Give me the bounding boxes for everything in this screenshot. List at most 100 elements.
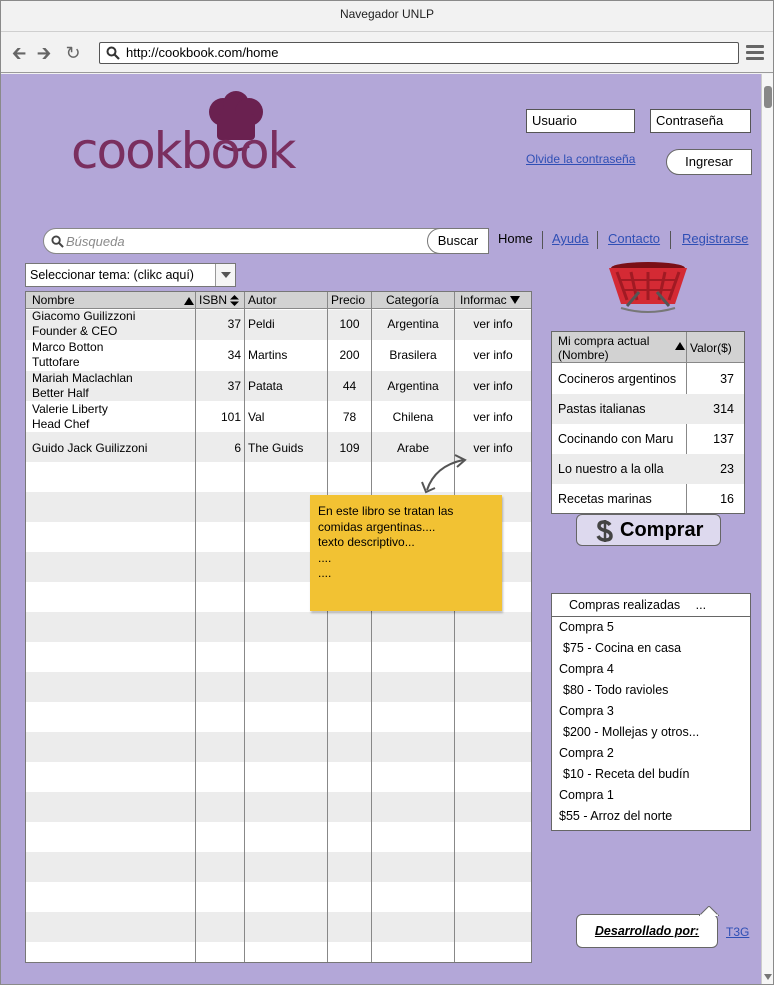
nav-home[interactable]: Home: [498, 231, 533, 246]
history-item-detail: $55 - Arroz del norte: [559, 809, 673, 823]
book-subtitle: Head Chef: [32, 417, 90, 431]
history-item-title[interactable]: Compra 4: [559, 662, 614, 676]
book-price: 78: [342, 410, 357, 424]
book-author: Peldi: [248, 317, 275, 331]
sort-both-icon[interactable]: [230, 295, 239, 306]
cart-item-name: Lo nuestro a la olla: [558, 462, 664, 476]
column-header-isbn[interactable]: ISBN: [199, 293, 227, 307]
table-row-stripe: [26, 852, 531, 882]
nav-separator: [670, 231, 671, 249]
history-item-title[interactable]: Compra 1: [559, 788, 614, 802]
book-subtitle: Better Half: [32, 386, 89, 400]
book-name: Guido Jack Guilizzoni: [32, 441, 148, 455]
browser-toolbar: 🡰 🡲 ↻ http://cookbook.com/home: [1, 31, 773, 73]
cart-header-name[interactable]: Mi compra actual (Nombre): [558, 334, 678, 362]
table-row-stripe: [26, 792, 531, 822]
password-field[interactable]: Contraseña: [650, 109, 751, 133]
cart-row: Recetas marinas 16: [552, 484, 744, 514]
login-button[interactable]: Ingresar: [666, 149, 752, 175]
book-name: Mariah Maclachlan: [32, 371, 133, 385]
book-price: 109: [339, 441, 360, 455]
cart-item-value: 37: [720, 372, 734, 386]
sort-ascending-icon[interactable]: [675, 342, 685, 350]
forward-arrow-icon[interactable]: 🡲: [34, 43, 54, 63]
cart-row: Cocinando con Maru 137: [552, 424, 744, 454]
search-button[interactable]: Buscar: [427, 228, 489, 254]
column-divider: [244, 292, 245, 962]
book-category: Argentina: [387, 379, 439, 393]
book-category: Chilena: [392, 410, 434, 424]
menu-icon[interactable]: [746, 45, 764, 61]
view-info-link[interactable]: ver info: [455, 410, 531, 425]
book-isbn: 37: [227, 317, 241, 331]
books-table: Nombre ISBN Autor Precio Categoría Infor…: [25, 291, 532, 963]
history-item-title[interactable]: Compra 5: [559, 620, 614, 634]
cart-item-value: 137: [713, 432, 734, 446]
reload-icon[interactable]: ↻: [63, 43, 83, 63]
team-link[interactable]: T3G: [726, 925, 749, 939]
page-scrollbar[interactable]: [761, 74, 773, 984]
column-header-info[interactable]: Informac: [460, 293, 512, 307]
scrollbar-thumb[interactable]: [764, 86, 772, 108]
nav-contact[interactable]: Contacto: [608, 231, 660, 246]
username-field[interactable]: Usuario: [526, 109, 635, 133]
dollar-icon: [596, 520, 613, 542]
book-isbn: 34: [227, 348, 241, 362]
theme-select[interactable]: Seleccionar tema: (clikc aquí): [25, 263, 236, 287]
search-icon: [51, 235, 64, 248]
view-info-link[interactable]: ver info: [455, 379, 531, 394]
window-title: Navegador UNLP: [339, 7, 435, 21]
column-header-category[interactable]: Categoría: [386, 293, 439, 307]
table-row-stripe: [26, 612, 531, 642]
book-isbn: 101: [220, 410, 241, 424]
book-price: 100: [339, 317, 360, 331]
table-header: [26, 292, 531, 309]
book-author: Patata: [248, 379, 283, 393]
history-item-detail: $10 - Receta del budín: [563, 767, 690, 781]
sort-descending-icon[interactable]: [510, 296, 520, 304]
note-line: comidas argentinas....: [318, 519, 436, 534]
nav-register[interactable]: Registrarse: [682, 231, 748, 246]
sort-ascending-icon[interactable]: [184, 297, 194, 305]
book-category: Brasilera: [389, 348, 437, 362]
table-row-stripe: [26, 672, 531, 702]
back-arrow-icon[interactable]: 🡰: [9, 43, 29, 63]
developed-by-callout: Desarrollado por:: [576, 914, 718, 948]
callout-pointer: [699, 906, 719, 916]
cart-row: Cocineros argentinos 37: [552, 364, 744, 394]
view-info-link[interactable]: ver info: [455, 317, 531, 332]
column-header-name[interactable]: Nombre: [32, 293, 75, 307]
purchase-history-list: Compra 5 $75 - Cocina en casa Compra 4 $…: [551, 616, 751, 831]
cart-item-value: 23: [720, 462, 734, 476]
history-item-title[interactable]: Compra 2: [559, 746, 614, 760]
book-author: Val: [248, 410, 265, 424]
history-item-detail: $75 - Cocina en casa: [563, 641, 682, 655]
note-line: texto descriptivo...: [318, 535, 415, 549]
book-isbn: 6: [234, 441, 241, 455]
book-name: Marco Botton: [32, 340, 104, 354]
cart-header-value[interactable]: Valor($): [690, 341, 732, 355]
shopping-basket-icon: [609, 262, 687, 313]
column-header-author[interactable]: Autor: [248, 293, 277, 307]
browser-window: Navegador UNLP 🡰 🡲 ↻ http://cookbook.com…: [0, 0, 774, 985]
forgot-password-link[interactable]: Olvide la contraseña: [526, 152, 635, 166]
nav-help[interactable]: Ayuda: [552, 231, 589, 246]
note-line: ....: [318, 550, 332, 565]
chevron-down-icon[interactable]: [215, 264, 235, 286]
history-dropdown[interactable]: Compras realizadas ...: [551, 593, 751, 617]
note-line: ....: [318, 566, 332, 580]
history-item-title[interactable]: Compra 3: [559, 704, 614, 718]
search-input[interactable]: Búsqueda: [43, 228, 489, 254]
scroll-down-icon[interactable]: [764, 974, 772, 980]
view-info-link[interactable]: ver info: [455, 348, 531, 363]
buy-button[interactable]: Comprar: [576, 514, 721, 546]
column-header-price[interactable]: Precio: [331, 293, 365, 307]
table-row-stripe: [26, 912, 531, 942]
address-bar[interactable]: http://cookbook.com/home: [99, 42, 739, 64]
history-more: ...: [695, 598, 707, 612]
history-item-detail: $80 - Todo ravioles: [563, 683, 669, 697]
cart-row: Pastas italianas 314: [552, 394, 744, 424]
book-subtitle: Founder & CEO: [32, 324, 118, 338]
book-author: Martins: [248, 348, 288, 362]
buy-button-label: Comprar: [620, 519, 704, 541]
